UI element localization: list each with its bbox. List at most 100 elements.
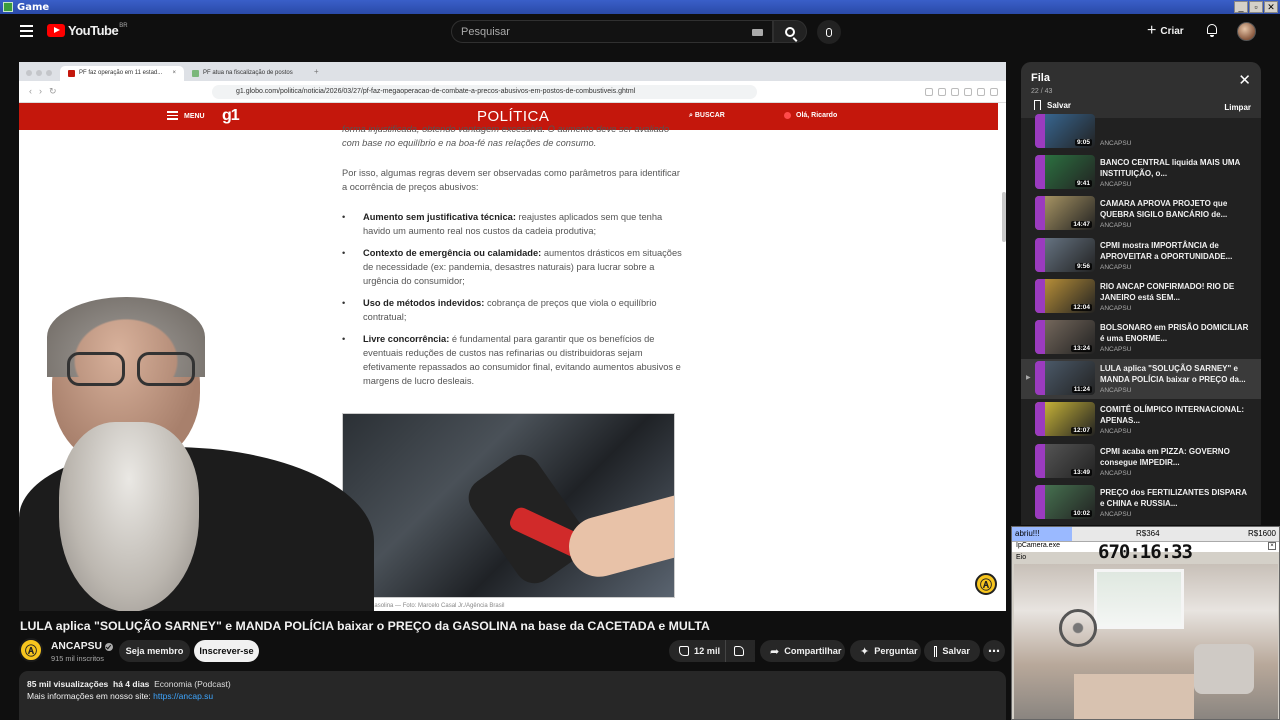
camera-close-icon[interactable]: ×: [1268, 542, 1276, 550]
camera-status-text: abriu!!!: [1012, 527, 1072, 541]
voice-search-button[interactable]: [817, 20, 841, 44]
queue-item-channel: ANCAPSU: [1100, 263, 1132, 271]
youtube-wordmark: YouTube: [68, 23, 119, 38]
queue-duration: 12:04: [1071, 303, 1092, 311]
queue-item[interactable]: 9:05 ANCAPSU: [1021, 112, 1261, 152]
ask-button[interactable]: ✦ Perguntar: [850, 640, 921, 662]
queue-thumbnail: 13:24: [1035, 320, 1095, 354]
queue-item-channel: ANCAPSU: [1100, 181, 1132, 189]
search-button[interactable]: [773, 20, 807, 43]
sparkle-icon: ✦: [860, 645, 870, 658]
queue-item-channel: ANCAPSU: [1100, 222, 1132, 230]
save-button[interactable]: Salvar: [924, 640, 980, 662]
queue-item-channel: ANCAPSU: [1100, 387, 1132, 395]
queue-thumbnail: 13:49: [1035, 443, 1095, 478]
join-membership-button[interactable]: Seja membro: [119, 640, 190, 662]
verified-check-icon: [104, 642, 113, 651]
bookmark-icon: [1034, 100, 1041, 110]
tab-close-icon: ×: [172, 70, 176, 76]
search-input[interactable]: [452, 25, 732, 38]
menu-icon[interactable]: [20, 25, 33, 37]
maximize-button[interactable]: ▫: [1249, 1, 1263, 13]
queue-item[interactable]: ▶ 11:24 LULA aplica "SOLUÇÃO SARNEY" e MAN…: [1021, 359, 1261, 400]
share-arrow-icon: ➦: [770, 645, 780, 658]
article-bullet: Uso de métodos indevidos: cobrança de pr…: [342, 296, 682, 324]
queue-item[interactable]: 12:04 RIO ANCAP CONFIRMADO! RIO DE JANEIR…: [1021, 277, 1261, 317]
channel-watermark-icon[interactable]: Ⓐ: [975, 573, 997, 595]
queue-item[interactable]: 9:41 BANCO CENTRAL liquida MAIS UMA INSTI…: [1021, 153, 1261, 193]
queue-item-title: BOLSONARO em PRISÃO DOMICILIAR é uma ENO…: [1100, 323, 1249, 343]
keyboard-icon[interactable]: [752, 29, 763, 36]
subscribe-button[interactable]: Inscrever-se: [194, 640, 259, 662]
camera-menu[interactable]: Eio: [1016, 554, 1026, 561]
camera-status-bar: abriu!!! R$364 R$1600: [1012, 527, 1279, 542]
minimize-button[interactable]: _: [1234, 1, 1248, 13]
create-label: Criar: [1160, 25, 1184, 37]
queue-item-channel: ANCAPSU: [1100, 510, 1132, 518]
account-avatar[interactable]: [1237, 22, 1256, 41]
article-bullet-list: Aumento sem justificativa técnica: reaju…: [342, 210, 682, 388]
share-label: Compartilhar: [784, 646, 842, 656]
article-lead: Por isso, algumas regras devem ser obser…: [342, 168, 680, 192]
search-box: [451, 20, 773, 43]
queue-item[interactable]: 12:07 COMITÊ OLÍMPICO INTERNACIONAL: APEN…: [1021, 400, 1261, 440]
description-link[interactable]: https://ancap.su: [153, 691, 213, 701]
browser-address-bar: ‹›↻ g1.globo.com/politica/noticia/2026/0…: [19, 81, 1006, 103]
article-bullet: Contexto de emergência ou calamidade: au…: [342, 246, 682, 288]
g1-user-greeting: Olá, Ricardo: [796, 112, 838, 119]
browser-tab-title: PF faz operação em 11 estad...: [79, 70, 163, 76]
channel-name-link[interactable]: ANCAPSU: [51, 641, 113, 652]
browser-extension-icons: [925, 88, 998, 96]
browser-tab-strip: PF faz operação em 11 estad... × PF atua…: [19, 62, 1006, 81]
search-icon: [785, 26, 795, 37]
queue-clear-button[interactable]: Limpar: [1224, 103, 1251, 112]
youtube-logo[interactable]: YouTube BR: [47, 23, 128, 38]
close-icon[interactable]: ✕: [1238, 71, 1251, 89]
queue-item[interactable]: 13:24 BOLSONARO em PRISÃO DOMICILIAR é um…: [1021, 318, 1261, 358]
queue-item[interactable]: 13:49 CPMI acaba em PIZZA: GOVERNO conseg…: [1021, 442, 1261, 482]
notifications-bell-icon[interactable]: [1206, 24, 1218, 37]
channel-name: ANCAPSU: [51, 641, 102, 652]
channel-avatar[interactable]: Ⓐ: [19, 638, 43, 662]
bookmark-icon: [934, 645, 938, 657]
queue-duration: 13:49: [1071, 468, 1092, 476]
g1-menu-label: MENU: [184, 112, 205, 120]
queue-save-button[interactable]: Salvar: [1034, 100, 1071, 110]
os-window-title: Game: [17, 1, 50, 13]
description-box[interactable]: 85 mil visualizações há 4 dias Economia …: [19, 671, 1006, 720]
queue-item-channel: ANCAPSU: [1100, 140, 1132, 147]
favicon-icon: [192, 70, 199, 77]
youtube-play-icon: [47, 24, 65, 37]
create-button[interactable]: + Criar: [1147, 21, 1184, 41]
queue-item-title: RIO ANCAP CONFIRMADO! RIO DE JANEIRO est…: [1100, 281, 1235, 302]
close-window-button[interactable]: ✕: [1264, 1, 1278, 13]
app-icon: [3, 2, 13, 12]
queue-item[interactable]: 14:47 CAMARA APROVA PROJETO que QUEBRA SI…: [1021, 194, 1261, 234]
queue-position: 22 / 43: [1031, 88, 1053, 95]
video-player[interactable]: PF faz operação em 11 estad... × PF atua…: [19, 62, 1006, 611]
new-tab-icon: +: [314, 67, 319, 76]
window-dots: [26, 70, 52, 76]
article-photo-gas-pump: [342, 413, 675, 598]
queue-duration: 9:41: [1074, 180, 1092, 188]
ip-camera-window: abriu!!! R$364 R$1600 IpCamera.exe × 670…: [1011, 526, 1280, 720]
camera-feed: [1014, 564, 1278, 719]
share-button[interactable]: ➦ Compartilhar: [760, 640, 845, 662]
queue-duration: 9:56: [1074, 262, 1092, 270]
queue-item[interactable]: 9:56 CPMI mostra IMPORTÂNCIA de APROVEITA…: [1021, 236, 1261, 276]
queue-item-channel: ANCAPSU: [1100, 346, 1132, 353]
more-actions-button[interactable]: ⋯: [983, 640, 1005, 662]
country-code: BR: [119, 22, 128, 29]
queue-item-title: CPMI acaba em PIZZA: GOVERNO consegue IM…: [1100, 446, 1230, 467]
queue-thumbnail: 14:47: [1035, 196, 1095, 231]
queue-item-channel: ANCAPSU: [1100, 428, 1132, 436]
queue-item-title: CAMARA APROVA PROJETO que QUEBRA SIGILO …: [1100, 199, 1228, 220]
queue-item-title: CPMI mostra IMPORTÂNCIA de APROVEITAR a …: [1100, 240, 1233, 261]
queue-thumbnail: 9:56: [1035, 237, 1095, 272]
queue-item[interactable]: 10:02 PREÇO dos FERTILIZANTES DISPARA e C…: [1021, 483, 1261, 523]
queue-item[interactable]: XANDÃO dificulta: [1021, 524, 1261, 525]
browser-tab-active: PF faz operação em 11 estad... ×: [60, 66, 184, 81]
dislike-button[interactable]: [725, 640, 755, 662]
description-text: Mais informações em nosso site: https://…: [27, 691, 214, 701]
page-scrollbar: [1002, 192, 1006, 242]
